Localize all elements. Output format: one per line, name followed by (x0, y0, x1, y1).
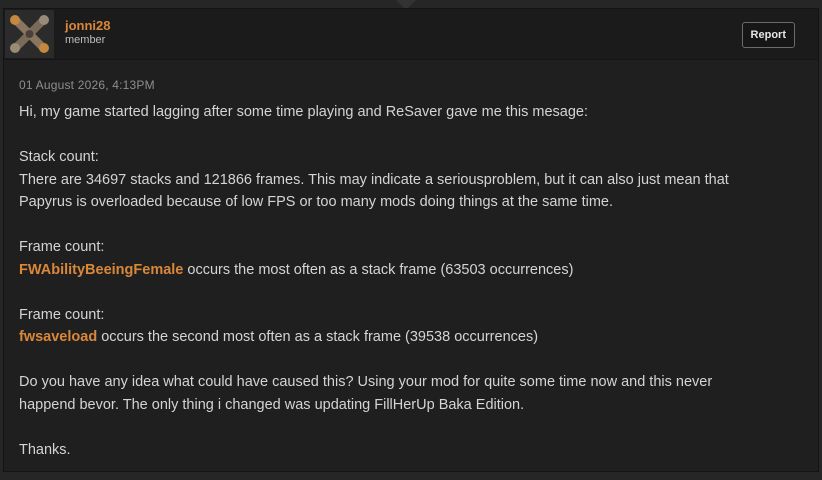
frame-count-heading-2: Frame count: (19, 306, 105, 323)
question-line-2: happend bevor. The only thing i changed … (19, 396, 525, 413)
stack-count-line-2: Papyrus is overloaded because of low FPS… (19, 194, 614, 210)
frame-name-highlight: fwsaveload (19, 329, 98, 345)
frame-count-heading-1: Frame count: (19, 239, 105, 255)
frame-name-highlight: FWAbilityBeeingFemale (19, 261, 184, 278)
post-timestamp[interactable]: 01 August 2026, 4:13PM (19, 78, 798, 92)
intro-text: Hi, my game started lagging after some t… (19, 104, 588, 120)
post-content: Hi, my game started lagging after some t… (19, 101, 798, 461)
crossed-shapes-avatar-icon (5, 10, 54, 58)
frame-count-text: occurs the second most often as a stack … (97, 329, 539, 345)
post-body: 01 August 2026, 4:13PM Hi, my game start… (19, 78, 798, 461)
frame-count-line-1: FWAbilityBeeingFemale occurs the most of… (19, 259, 798, 282)
report-button[interactable]: Report (741, 22, 795, 48)
signoff-text: Thanks. (19, 441, 71, 458)
frame-count-text: occurs the most often as a stack frame (… (183, 261, 574, 278)
stack-count-line-1: There are 34697 stacks and 121866 frames… (19, 171, 729, 188)
username-link[interactable]: jonni28 (65, 18, 111, 33)
forum-post: jonni28 member Report 01 August 2026, 4:… (3, 8, 819, 472)
user-title: member (65, 34, 106, 46)
post-header: jonni28 member Report (4, 9, 818, 60)
stack-count-heading: Stack count: (19, 149, 99, 165)
frame-count-line-2: fwsaveload occurs the second most often … (19, 326, 798, 349)
question-line-1: Do you have any idea what could have cau… (19, 374, 713, 390)
avatar[interactable] (5, 10, 54, 58)
